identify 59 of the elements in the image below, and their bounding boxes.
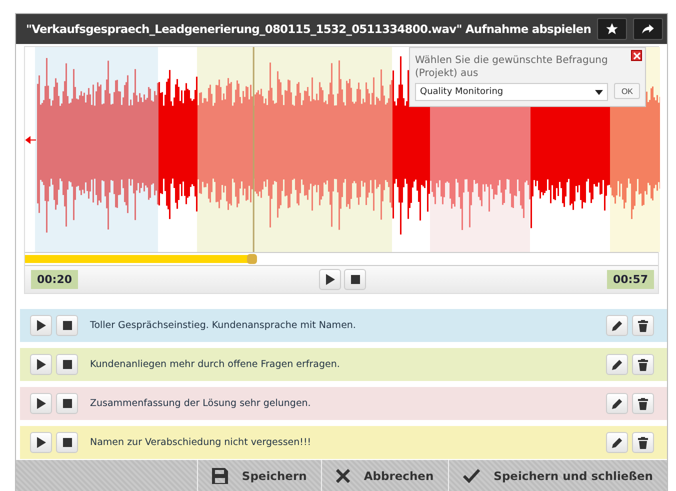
stop-icon bbox=[62, 360, 72, 369]
confirm-button[interactable]: Speichern und schließen bbox=[448, 460, 667, 491]
trash-icon bbox=[638, 320, 648, 332]
dropdown-caret-icon bbox=[595, 90, 604, 94]
pencil-icon bbox=[612, 320, 622, 331]
stop-icon bbox=[350, 275, 360, 284]
stop-button[interactable] bbox=[56, 393, 78, 414]
comment-text: Toller Gesprächseinstieg. Kundenansprache mit Namen. bbox=[90, 320, 357, 331]
stop-button[interactable] bbox=[344, 269, 366, 290]
comment-text: Namen zur Verabschiedung nicht vergessen!!! bbox=[90, 437, 312, 448]
stop-icon bbox=[62, 438, 72, 447]
delete-button[interactable] bbox=[632, 393, 654, 414]
play-button[interactable] bbox=[30, 393, 52, 414]
play-button[interactable] bbox=[319, 269, 341, 290]
favorite-button[interactable] bbox=[596, 18, 627, 40]
play-icon bbox=[36, 359, 46, 370]
ok-button[interactable]: OK bbox=[614, 83, 640, 99]
delete-button[interactable] bbox=[632, 432, 654, 453]
comment-text: Kundenanliegen mehr durch offene Fragen erfragen. bbox=[90, 359, 341, 370]
share-arrow-icon bbox=[640, 22, 655, 36]
pencil-icon bbox=[612, 437, 622, 448]
play-icon bbox=[36, 320, 46, 331]
edit-button[interactable] bbox=[606, 432, 628, 453]
play-button[interactable] bbox=[30, 432, 52, 453]
edit-button[interactable] bbox=[606, 393, 628, 414]
checkmark-icon bbox=[462, 468, 480, 482]
stop-icon bbox=[62, 321, 72, 330]
popup-prompt: Wählen Sie die gewünschte Befragung (Projekt) aus bbox=[415, 54, 609, 80]
play-button[interactable] bbox=[30, 315, 52, 336]
close-icon bbox=[632, 52, 640, 60]
trash-icon bbox=[638, 398, 648, 410]
window-title: "Verkaufsgespraech_Leadgenerierung_080115_1532_0511334800.wav" Aufnahme abspielen bbox=[26, 22, 591, 36]
pencil-icon bbox=[612, 398, 622, 409]
cancel-button[interactable]: Abbrechen bbox=[320, 460, 448, 491]
survey-select[interactable]: Quality Monitoring bbox=[415, 83, 608, 101]
pencil-icon bbox=[612, 359, 622, 370]
elapsed-time: 00:20 bbox=[31, 270, 78, 289]
play-button[interactable] bbox=[30, 354, 52, 375]
star-icon bbox=[604, 22, 619, 36]
share-button[interactable] bbox=[632, 18, 663, 40]
x-icon bbox=[336, 468, 350, 482]
edit-button[interactable] bbox=[606, 354, 628, 375]
play-icon bbox=[326, 274, 334, 285]
trash-icon bbox=[638, 358, 648, 370]
trash-icon bbox=[638, 436, 648, 448]
stop-icon bbox=[62, 399, 72, 408]
comment-text: Zusammenfassung der Lösung sehr gelungen. bbox=[90, 398, 312, 409]
progress-handle[interactable] bbox=[246, 254, 257, 264]
stop-button[interactable] bbox=[56, 432, 78, 453]
stop-button[interactable] bbox=[56, 315, 78, 336]
delete-button[interactable] bbox=[632, 315, 654, 336]
delete-button[interactable] bbox=[632, 354, 654, 375]
play-icon bbox=[36, 437, 46, 448]
play-icon bbox=[36, 398, 46, 409]
total-time: 00:57 bbox=[606, 270, 654, 289]
save-button[interactable]: Speichern bbox=[196, 460, 321, 491]
stop-button[interactable] bbox=[56, 354, 78, 375]
close-button[interactable] bbox=[631, 50, 642, 61]
edit-button[interactable] bbox=[606, 315, 628, 336]
